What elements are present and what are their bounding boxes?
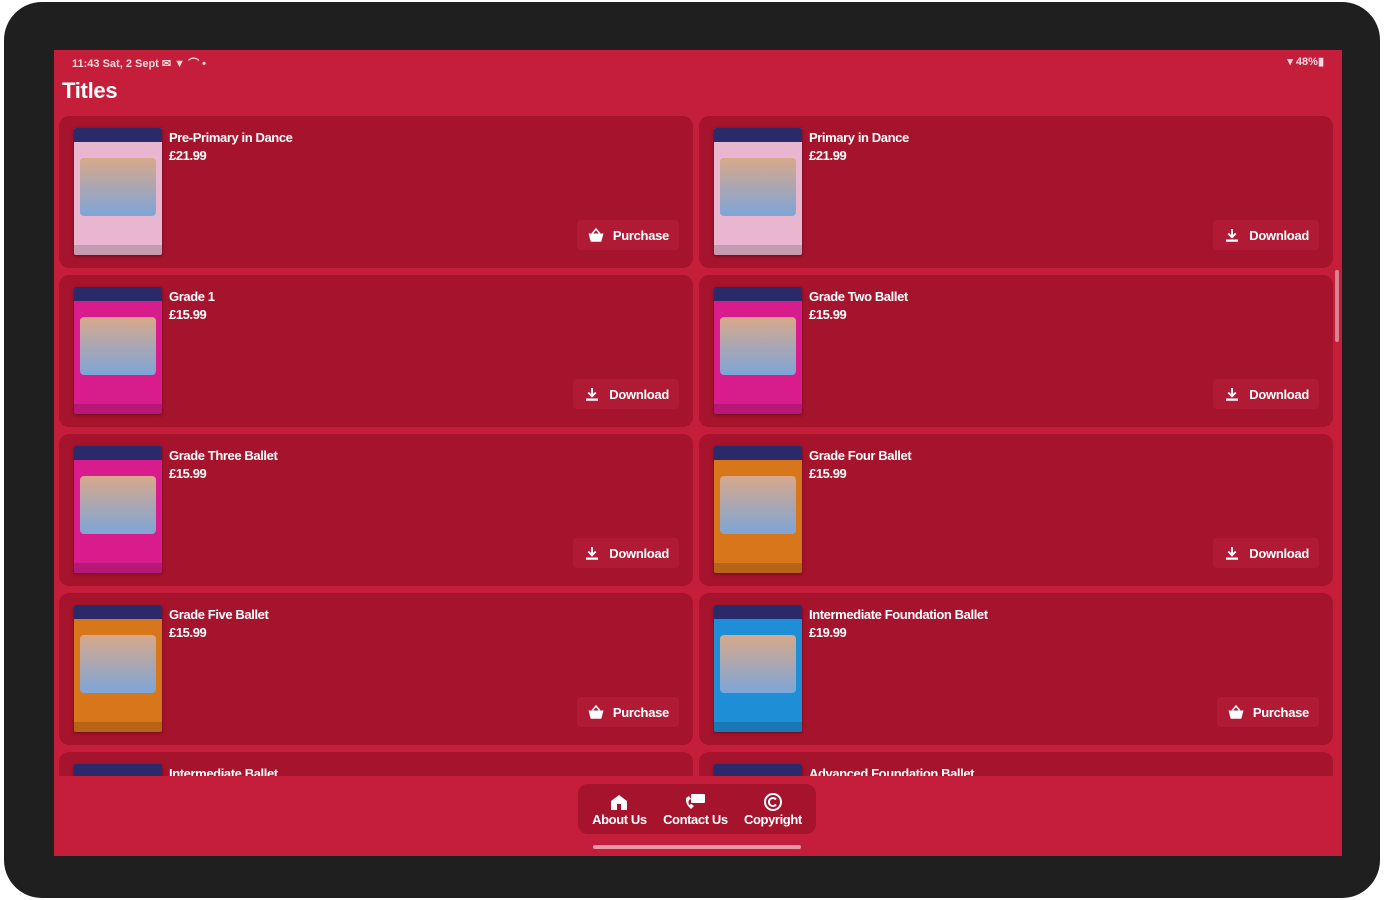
- title-price: £19.99: [809, 625, 847, 640]
- title-name: Grade Three Ballet: [169, 448, 278, 463]
- title-card[interactable]: Grade Two Ballet £15.99 Download: [699, 275, 1333, 427]
- title-price: £15.99: [169, 625, 207, 640]
- download-icon: [1226, 388, 1239, 401]
- title-card[interactable]: Grade Three Ballet £15.99 Download: [59, 434, 693, 586]
- title-name: Grade Two Ballet: [809, 289, 908, 304]
- book-cover-image[interactable]: [714, 446, 802, 573]
- title-card[interactable]: Grade Five Ballet £15.99 Purchase: [59, 593, 693, 745]
- contact-us-label: Contact Us: [663, 811, 728, 827]
- status-battery: ▾ 48%▮: [1287, 56, 1324, 68]
- status-time-date: 11:43 Sat, 2 Sept ✉ ▼ ⌒ •: [72, 58, 207, 70]
- book-cover-image[interactable]: [74, 446, 162, 573]
- book-cover-image[interactable]: [714, 287, 802, 414]
- page-title: Titles: [62, 78, 118, 103]
- scrollbar[interactable]: [1335, 270, 1339, 342]
- title-card[interactable]: Grade 1 £15.99 Download: [59, 275, 693, 427]
- copyright-label: Copyright: [744, 811, 802, 827]
- action-label: Download: [609, 386, 669, 402]
- download-icon: [586, 547, 599, 560]
- title-name: Pre-Primary in Dance: [169, 130, 293, 145]
- title-name: Advanced Foundation Ballet: [809, 766, 975, 776]
- download-button[interactable]: Download: [1213, 538, 1319, 568]
- about-us-label: About Us: [592, 811, 647, 827]
- action-label: Download: [1249, 227, 1309, 243]
- contact-us-button[interactable]: Contact Us: [663, 792, 728, 827]
- basket-icon: [588, 227, 604, 242]
- basket-icon: [588, 704, 604, 719]
- tablet-frame: 11:43 Sat, 2 Sept ✉ ▼ ⌒ • ▾ 48%▮ Titles …: [4, 2, 1380, 898]
- download-button[interactable]: Download: [573, 379, 679, 409]
- title-name: Intermediate Ballet: [169, 766, 278, 776]
- bottom-navigation: About Us Contact Us Copyright: [578, 784, 816, 834]
- action-label: Purchase: [612, 227, 669, 243]
- book-cover-image[interactable]: [714, 128, 802, 255]
- download-button[interactable]: Download: [1213, 379, 1319, 409]
- title-name: Grade 1: [169, 289, 215, 304]
- title-price: £15.99: [809, 466, 847, 481]
- title-price: £15.99: [169, 307, 207, 322]
- action-label: Download: [609, 545, 669, 561]
- title-card[interactable]: Primary in Dance £21.99 Download: [699, 116, 1333, 268]
- download-icon: [1226, 547, 1239, 560]
- title-price: £15.99: [169, 466, 207, 481]
- about-us-button[interactable]: About Us: [592, 792, 647, 827]
- book-cover-image[interactable]: [74, 764, 162, 776]
- download-button[interactable]: Download: [1213, 220, 1319, 250]
- titles-grid[interactable]: Pre-Primary in Dance £21.99 Purchase Primar…: [59, 116, 1339, 776]
- title-name: Primary in Dance: [809, 130, 909, 145]
- book-cover-image[interactable]: [74, 128, 162, 255]
- copyright-button[interactable]: Copyright: [744, 792, 802, 827]
- book-cover-image[interactable]: [74, 287, 162, 414]
- title-price: £15.99: [809, 307, 847, 322]
- book-cover-image[interactable]: [714, 764, 802, 776]
- title-card[interactable]: Intermediate Foundation Ballet £19.99 Purc…: [699, 593, 1333, 745]
- title-name: Grade Five Ballet: [169, 607, 269, 622]
- title-card[interactable]: Advanced Foundation Ballet: [699, 752, 1333, 776]
- copyright-icon: [763, 792, 782, 811]
- action-label: Download: [1249, 386, 1309, 402]
- home-indicator[interactable]: [593, 845, 801, 849]
- book-cover-image[interactable]: [74, 605, 162, 732]
- purchase-button[interactable]: Purchase: [576, 697, 679, 727]
- download-button[interactable]: Download: [573, 538, 679, 568]
- about-us-icon: [611, 794, 628, 810]
- action-label: Purchase: [1252, 704, 1309, 720]
- bottom-bar: About Us Contact Us Copyright: [54, 776, 1342, 856]
- basket-icon: [1228, 704, 1244, 719]
- title-price: £21.99: [169, 148, 207, 163]
- action-label: Purchase: [612, 704, 669, 720]
- action-label: Download: [1249, 545, 1309, 561]
- title-card[interactable]: Intermediate Ballet: [59, 752, 693, 776]
- book-cover-image[interactable]: [714, 605, 802, 732]
- download-icon: [1226, 229, 1239, 242]
- purchase-button[interactable]: Purchase: [576, 220, 679, 250]
- status-bar: 11:43 Sat, 2 Sept ✉ ▼ ⌒ • ▾ 48%▮: [54, 50, 1342, 74]
- title-card[interactable]: Grade Four Ballet £15.99 Download: [699, 434, 1333, 586]
- title-name: Intermediate Foundation Ballet: [809, 607, 988, 622]
- title-price: £21.99: [809, 148, 847, 163]
- title-card[interactable]: Pre-Primary in Dance £21.99 Purchase: [59, 116, 693, 268]
- app-screen: 11:43 Sat, 2 Sept ✉ ▼ ⌒ • ▾ 48%▮ Titles …: [54, 50, 1342, 856]
- download-icon: [586, 388, 599, 401]
- purchase-button[interactable]: Purchase: [1216, 697, 1319, 727]
- phone-icon: [686, 793, 706, 809]
- title-name: Grade Four Ballet: [809, 448, 912, 463]
